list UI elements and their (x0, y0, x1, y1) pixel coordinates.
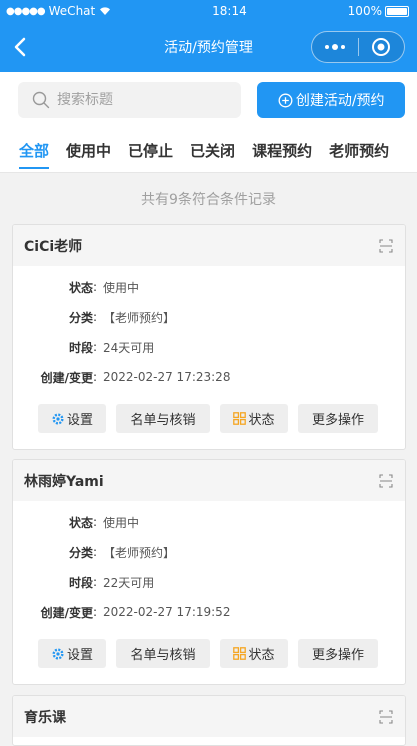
scan-icon[interactable] (379, 473, 393, 488)
settings-button[interactable]: 设置 (38, 639, 106, 668)
filter-tabs: 全部 使用中 已停止 已关闭 课程预约 老师预约 (0, 128, 417, 173)
tab-course-booking[interactable]: 课程预约 (252, 128, 312, 173)
info-label: 创建/变更 (40, 605, 93, 620)
settings-button[interactable]: 设置 (38, 404, 106, 433)
status-time: 18:14 (212, 4, 247, 18)
status-bar: ●●●●● WeChat 18:14 100% (0, 0, 417, 22)
search-icon (32, 91, 50, 109)
info-row-period: 时段: 22天可用 (13, 567, 405, 597)
more-actions-button[interactable]: 更多操作 (298, 404, 378, 433)
card-title[interactable]: 育乐课 (24, 707, 66, 727)
status-value: 使用中 (103, 515, 140, 530)
info-label: 分类 (68, 310, 93, 325)
card-header: 育乐课 (13, 696, 405, 737)
wifi-icon (100, 7, 111, 15)
scan-icon[interactable] (379, 709, 393, 724)
info-row-created: 创建/变更: 2022-02-27 17:23:28 (13, 362, 405, 392)
status-button[interactable]: 状态 (220, 404, 288, 433)
card-actions: 设置 名单与核销 状态 更多操作 (13, 627, 405, 684)
created-value: 2022-02-27 17:19:52 (103, 605, 231, 619)
back-button[interactable] (10, 34, 30, 60)
card-header: CiCi老师 (13, 225, 405, 266)
info-label: 时段 (68, 575, 93, 590)
created-value: 2022-02-27 17:23:28 (103, 370, 231, 384)
period-value: 22天可用 (103, 575, 155, 590)
status-button[interactable]: 状态 (220, 639, 288, 668)
info-row-status: 状态: 使用中 (13, 272, 405, 302)
category-value: 【老师预约】 (103, 310, 176, 325)
search-box[interactable] (18, 82, 242, 118)
card-header: 林雨婷Yami (13, 460, 405, 501)
activity-card: 育乐课 (12, 695, 406, 746)
tab-in-use[interactable]: 使用中 (66, 128, 111, 173)
battery-percent: 100% (347, 4, 382, 18)
card-title[interactable]: CiCi老师 (24, 236, 82, 256)
activity-card: CiCi老师 状态: 使用中 分类: 【老师预约】 时段: 24天可用 创建/变… (12, 224, 406, 450)
gear-icon (52, 647, 64, 660)
activity-card: 林雨婷Yami 状态: 使用中 分类: 【老师预约】 时段: 22天可用 创建/… (12, 459, 406, 685)
signal-icon: ●●●●● (6, 5, 46, 17)
roster-verify-button[interactable]: 名单与核销 (116, 404, 210, 433)
gear-icon (52, 412, 64, 425)
carrier-label: WeChat (48, 4, 96, 18)
info-label: 创建/变更 (40, 370, 93, 385)
info-label: 分类 (68, 545, 93, 560)
info-row-period: 时段: 24天可用 (13, 332, 405, 362)
more-actions-button[interactable]: 更多操作 (298, 639, 378, 668)
info-label: 状态 (68, 515, 93, 530)
chevron-left-icon (14, 37, 26, 57)
more-menu-button[interactable] (312, 44, 358, 50)
info-row-category: 分类: 【老师预约】 (13, 537, 405, 567)
grid-icon (233, 412, 247, 425)
create-activity-label: 创建活动/预约 (295, 93, 385, 109)
category-value: 【老师预约】 (103, 545, 176, 560)
page-title: 活动/预约管理 (164, 40, 253, 56)
tab-stopped[interactable]: 已停止 (128, 128, 173, 173)
scan-icon[interactable] (379, 238, 393, 253)
info-row-created: 创建/变更: 2022-02-27 17:19:52 (13, 597, 405, 627)
tab-all[interactable]: 全部 (19, 128, 50, 173)
roster-verify-button[interactable]: 名单与核销 (116, 639, 210, 668)
plus-circle-icon (278, 93, 293, 107)
info-label: 状态 (68, 280, 93, 295)
status-value: 使用中 (103, 280, 140, 295)
card-actions: 设置 名单与核销 状态 更多操作 (13, 392, 405, 449)
close-miniprogram-button[interactable] (359, 37, 405, 57)
records-count: 共有9条符合条件记录 (141, 192, 276, 208)
tab-teacher-booking[interactable]: 老师预约 (329, 128, 389, 173)
info-row-status: 状态: 使用中 (13, 507, 405, 537)
battery-icon (384, 5, 409, 17)
info-label: 时段 (68, 340, 93, 355)
nav-bar: 活动/预约管理 (0, 22, 417, 72)
create-activity-button[interactable]: 创建活动/预约 (257, 82, 405, 118)
tab-closed[interactable]: 已关闭 (190, 128, 235, 173)
period-value: 24天可用 (103, 340, 155, 355)
target-close-icon (372, 38, 391, 56)
card-title[interactable]: 林雨婷Yami (24, 471, 104, 491)
info-row-category: 分类: 【老师预约】 (13, 302, 405, 332)
miniprogram-capsule (311, 31, 405, 63)
search-row: 创建活动/预约 (0, 72, 417, 128)
grid-icon (233, 647, 247, 660)
search-input[interactable] (57, 92, 217, 108)
